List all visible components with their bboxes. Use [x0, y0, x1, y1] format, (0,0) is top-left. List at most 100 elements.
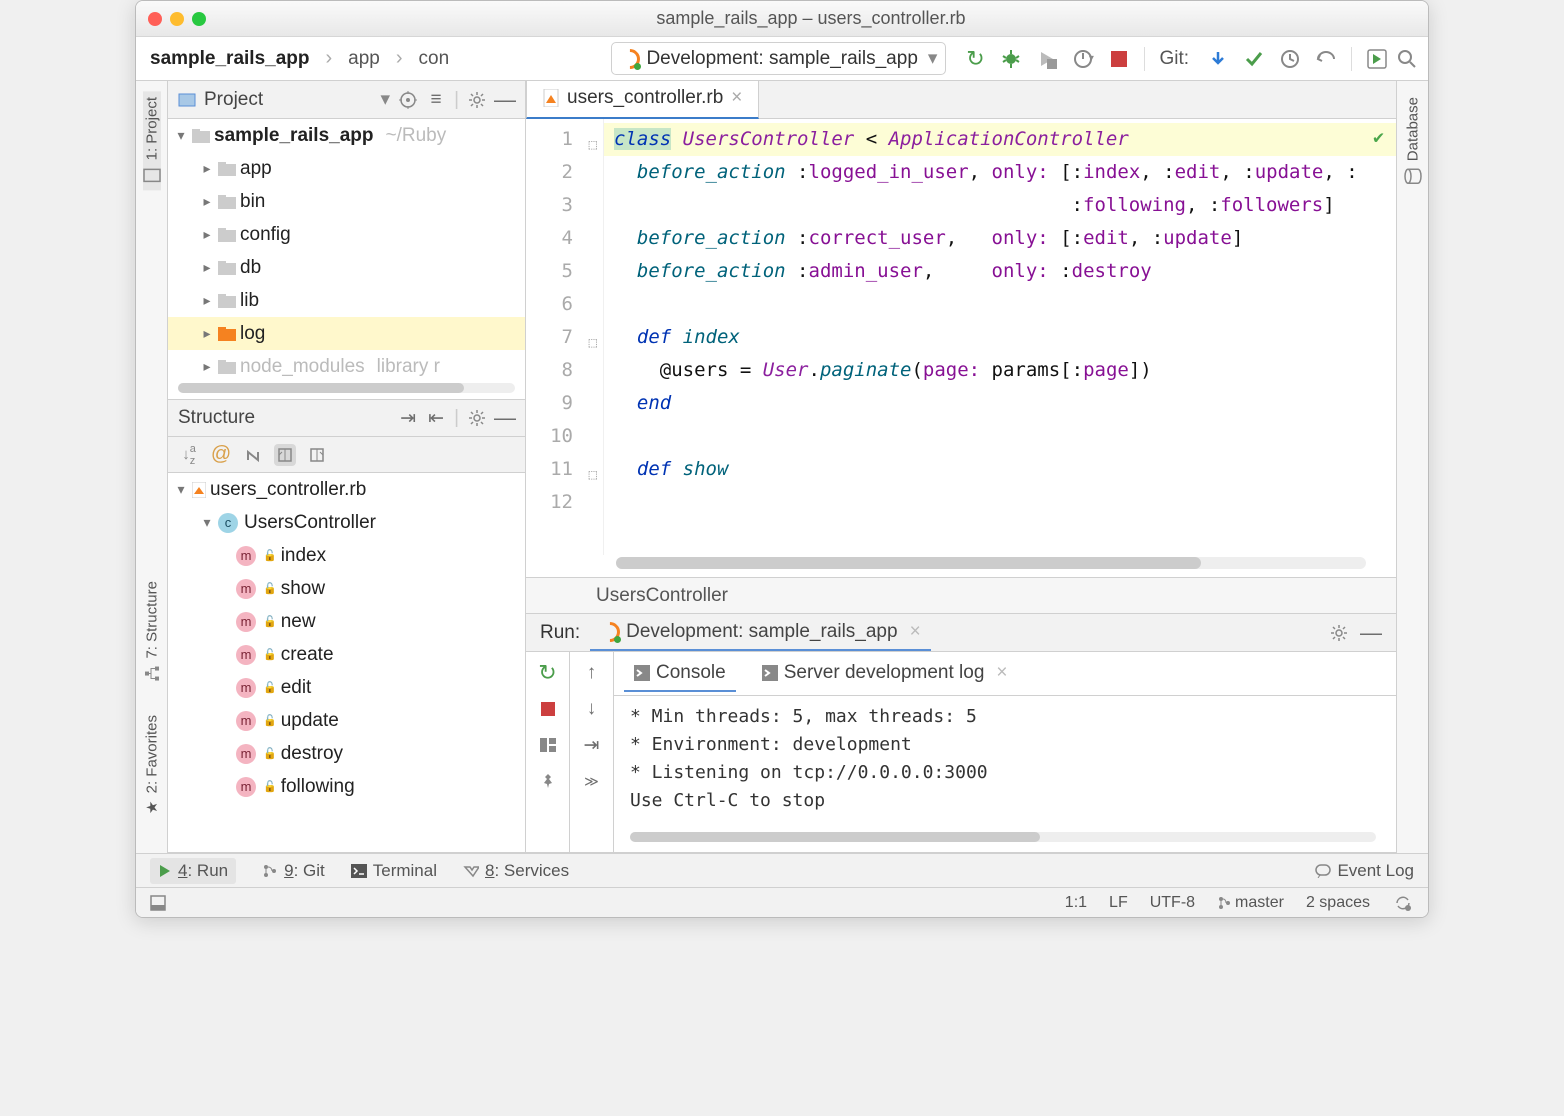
commit-icon[interactable]: [1243, 48, 1265, 70]
structure-tree[interactable]: ▾ users_controller.rb▾c UsersControllerm…: [168, 473, 525, 852]
profile-icon[interactable]: ▾: [1072, 48, 1094, 70]
search-icon[interactable]: [1396, 48, 1418, 70]
rail-tab-project[interactable]: 1: Project: [143, 91, 161, 190]
breadcrumb-root[interactable]: sample_rails_app: [146, 46, 313, 72]
window-icon[interactable]: [150, 895, 166, 911]
debug-icon[interactable]: [1000, 48, 1022, 70]
structure-method-following[interactable]: m🔓 following: [168, 770, 525, 803]
tree-row-node_modules[interactable]: ▸ node_moduleslibrary r: [168, 350, 525, 377]
server-log-tab[interactable]: Server development log ×: [752, 656, 1018, 692]
status-line-ending[interactable]: LF: [1109, 894, 1128, 912]
breadcrumb[interactable]: sample_rails_app › app › con: [146, 45, 453, 72]
tree-row-log[interactable]: ▸ log: [168, 317, 525, 350]
tree-row-db[interactable]: ▸ db: [168, 251, 525, 284]
console-hscroll[interactable]: [630, 832, 1376, 842]
inherited-icon[interactable]: [242, 444, 264, 466]
stop-icon[interactable]: [537, 698, 559, 720]
editor-gutter[interactable]: 1⬚234567⬚891011⬚12: [526, 119, 604, 555]
structure-method-show[interactable]: m🔓 show: [168, 572, 525, 605]
scroll-from-source-icon[interactable]: ⇥: [398, 408, 418, 428]
tree-row-root[interactable]: ▾ sample_rails_app~/Ruby: [168, 119, 525, 152]
navigation-bar: sample_rails_app › app › con Development…: [136, 37, 1428, 81]
breadcrumb-seg-con[interactable]: con: [415, 46, 454, 72]
rail-tab-database[interactable]: Database: [1404, 91, 1422, 191]
status-indent[interactable]: 2 spaces: [1306, 894, 1370, 912]
editor-code[interactable]: class UsersController < ApplicationContr…: [604, 119, 1396, 555]
window-title: sample_rails_app – users_controller.rb: [206, 8, 1416, 29]
toolwin-terminal[interactable]: Terminal: [351, 861, 437, 881]
structure-file-row[interactable]: ▾ users_controller.rb: [168, 473, 525, 506]
tree-row-bin[interactable]: ▸ bin: [168, 185, 525, 218]
toolwin-run[interactable]: 4: Run: [150, 858, 236, 884]
structure-class-row[interactable]: ▾c UsersController: [168, 506, 525, 539]
project-tree-hscroll[interactable]: [178, 383, 515, 393]
sync-icon[interactable]: [1392, 892, 1414, 914]
structure-panel-title[interactable]: Structure: [178, 407, 390, 429]
expand-all-icon[interactable]: ≡: [426, 90, 446, 110]
editor-tab[interactable]: users_controller.rb ×: [526, 81, 759, 119]
hide-panel-icon[interactable]: —: [495, 90, 515, 110]
console-tab[interactable]: Console: [624, 656, 736, 692]
structure-method-new[interactable]: m🔓 new: [168, 605, 525, 638]
editor-hscroll[interactable]: [616, 557, 1366, 569]
editor-breadcrumb[interactable]: UsersController: [526, 577, 1396, 613]
close-tab-icon[interactable]: ×: [731, 87, 742, 109]
structure-method-edit[interactable]: m🔓 edit: [168, 671, 525, 704]
run-coverage-icon[interactable]: [1036, 48, 1058, 70]
run-configuration-selector[interactable]: Development: sample_rails_app ▾: [611, 42, 946, 75]
breadcrumb-seg-app[interactable]: app: [344, 46, 384, 72]
rail-tab-favorites[interactable]: ★ 2: Favorites: [143, 709, 161, 823]
down-arrow-icon[interactable]: ↓: [581, 698, 603, 720]
tree-row-config[interactable]: ▸ config: [168, 218, 525, 251]
tree-row-lib[interactable]: ▸ lib: [168, 284, 525, 317]
scroll-to-end-icon[interactable]: ≫: [581, 770, 603, 792]
at-icon[interactable]: @: [210, 444, 232, 466]
console-output[interactable]: * Min threads: 5, max threads: 5* Enviro…: [614, 696, 1396, 828]
code-editor[interactable]: 1⬚234567⬚891011⬚12 class UsersController…: [526, 119, 1396, 555]
chevron-down-icon[interactable]: ▾: [381, 88, 391, 111]
locate-icon[interactable]: [398, 90, 418, 110]
close-tab-icon[interactable]: ×: [910, 621, 921, 643]
maximize-window-button[interactable]: [192, 12, 206, 26]
up-arrow-icon[interactable]: ↑: [581, 662, 603, 684]
visibility-icon[interactable]: [306, 444, 328, 466]
layout-icon[interactable]: [537, 734, 559, 756]
fields-icon[interactable]: [274, 444, 296, 466]
autoscroll-icon[interactable]: ⇤: [426, 408, 446, 428]
project-panel-title[interactable]: Project: [204, 89, 373, 111]
tree-row-app[interactable]: ▸ app: [168, 152, 525, 185]
hide-panel-icon[interactable]: —: [495, 408, 515, 428]
gear-icon[interactable]: [467, 408, 487, 428]
rail-tab-structure[interactable]: 7: Structure: [143, 575, 161, 689]
rerun-icon[interactable]: ↻: [537, 662, 559, 684]
status-encoding[interactable]: UTF-8: [1150, 894, 1195, 912]
separator: [1351, 47, 1352, 71]
history-icon[interactable]: [1279, 48, 1301, 70]
pin-icon[interactable]: [537, 770, 559, 792]
structure-method-create[interactable]: m🔓 create: [168, 638, 525, 671]
run-anything-icon[interactable]: [1366, 48, 1388, 70]
close-window-button[interactable]: [148, 12, 162, 26]
stop-icon[interactable]: [1108, 48, 1130, 70]
sort-alpha-icon[interactable]: ↓az: [178, 444, 200, 466]
breadcrumb-class[interactable]: UsersController: [596, 585, 728, 607]
close-tab-icon[interactable]: ×: [996, 662, 1007, 684]
status-caret-pos[interactable]: 1:1: [1065, 894, 1087, 912]
status-branch[interactable]: master: [1217, 894, 1284, 912]
project-tree[interactable]: ▾ sample_rails_app~/Ruby▸ app▸ bin▸ conf…: [168, 119, 525, 377]
toolwin-services[interactable]: 8: Services: [463, 861, 569, 881]
gear-icon[interactable]: [1328, 622, 1350, 644]
structure-method-index[interactable]: m🔓 index: [168, 539, 525, 572]
revert-icon[interactable]: [1315, 48, 1337, 70]
update-project-icon[interactable]: [1207, 48, 1229, 70]
event-log-button[interactable]: Event Log: [1315, 861, 1414, 881]
hide-panel-icon[interactable]: —: [1360, 622, 1382, 644]
structure-method-destroy[interactable]: m🔓 destroy: [168, 737, 525, 770]
soft-wrap-icon[interactable]: ⇥: [581, 734, 603, 756]
toolwin-git[interactable]: 9: Git: [262, 861, 325, 881]
run-config-tab[interactable]: Development: sample_rails_app ×: [590, 615, 931, 651]
gear-icon[interactable]: [467, 90, 487, 110]
minimize-window-button[interactable]: [170, 12, 184, 26]
restart-icon[interactable]: ↻: [964, 48, 986, 70]
structure-method-update[interactable]: m🔓 update: [168, 704, 525, 737]
